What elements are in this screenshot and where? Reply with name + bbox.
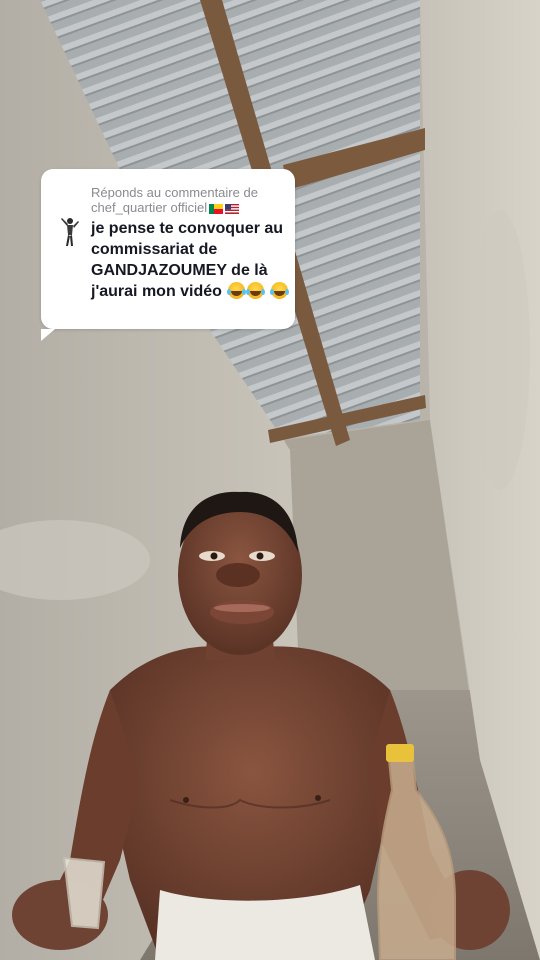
face-with-tears-of-joy-icon (227, 282, 246, 299)
reply-username[interactable]: chef_quartier officiel (91, 200, 207, 215)
reply-comment-card[interactable]: Réponds au commentaire de chef_quartier … (41, 169, 295, 341)
face-with-tears-of-joy-icon (246, 282, 265, 299)
reply-prefix-text: Réponds au commentaire de (91, 185, 258, 200)
benin-flag-icon (209, 204, 224, 214)
flags (209, 202, 241, 217)
face-with-tears-of-joy-icon (269, 282, 288, 299)
video-frame[interactable] (0, 0, 540, 960)
reply-header: Réponds au commentaire de chef_quartier … (91, 185, 287, 217)
usa-flag-icon (225, 204, 240, 214)
video-scene (0, 0, 540, 960)
commenter-avatar[interactable] (58, 217, 80, 247)
reply-comment-text: je pense te convoquer au commissariat de… (91, 218, 291, 302)
